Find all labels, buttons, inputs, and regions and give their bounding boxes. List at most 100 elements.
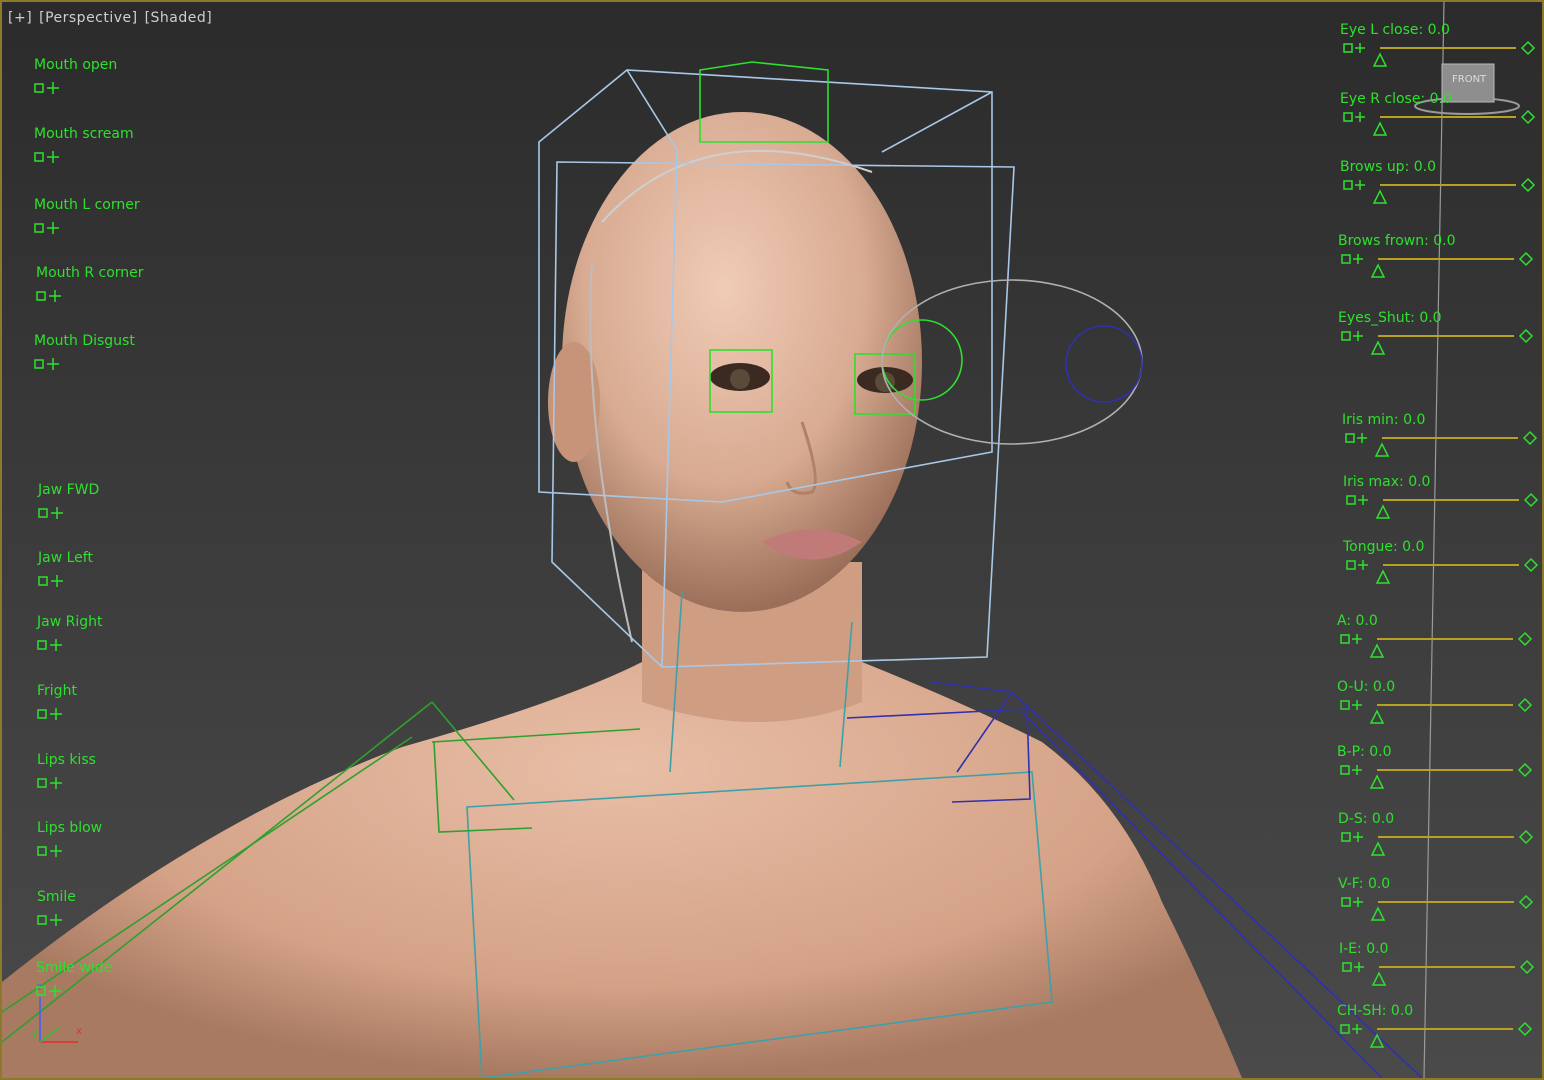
slider-track[interactable] <box>1342 428 1542 462</box>
face-control-label: Jaw Right <box>37 614 103 630</box>
control-handle-icon[interactable] <box>34 221 64 235</box>
morph-slider-7[interactable]: Tongue: 0.0 <box>1343 539 1543 589</box>
morph-slider-5[interactable]: Iris min: 0.0 <box>1342 412 1542 462</box>
viewport-shading-shaded[interactable]: [Shaded] <box>145 10 213 26</box>
morph-slider-label: V-F: 0.0 <box>1338 876 1391 892</box>
slider-end-diamond-icon <box>1520 177 1536 193</box>
slider-end-diamond-icon <box>1518 894 1534 910</box>
face-control-10[interactable]: Lips blow <box>37 820 102 858</box>
face-control-6[interactable]: Jaw Left <box>38 550 93 588</box>
morph-slider-label: Tongue: 0.0 <box>1343 539 1425 555</box>
axis-label-x: x <box>76 1026 82 1037</box>
morph-slider-label: D-S: 0.0 <box>1338 811 1395 827</box>
slider-knob <box>1369 1033 1385 1048</box>
control-handle-icon[interactable] <box>37 844 67 858</box>
slider-knob <box>1370 906 1386 921</box>
face-control-label: Mouth Disgust <box>34 333 135 349</box>
control-handle-icon[interactable] <box>34 150 64 164</box>
slider-knob <box>1372 189 1388 204</box>
face-control-12[interactable]: Smile wide <box>36 960 112 998</box>
slider-track[interactable] <box>1340 107 1540 141</box>
control-handle-icon[interactable] <box>36 984 66 998</box>
morph-slider-10[interactable]: B-P: 0.0 <box>1337 744 1537 794</box>
face-control-label: Smile <box>37 889 76 905</box>
control-handle-icon[interactable] <box>34 81 64 95</box>
slider-track[interactable] <box>1337 695 1537 729</box>
head-mesh <box>562 112 922 612</box>
scene-render <box>2 2 1445 1078</box>
control-handle-icon[interactable] <box>37 913 67 927</box>
face-control-label: Smile wide <box>36 960 113 976</box>
3d-viewport[interactable]: [+] [Perspective] [Shaded] FRONT z y x M… <box>0 0 1544 1080</box>
face-control-label: Jaw FWD <box>38 482 100 498</box>
control-handle-icon[interactable] <box>37 776 67 790</box>
slider-end-diamond-icon <box>1518 328 1534 344</box>
body-mesh <box>2 562 1242 1078</box>
slider-track[interactable] <box>1337 760 1537 794</box>
slider-end-diamond-icon <box>1517 697 1533 713</box>
slider-track[interactable] <box>1338 827 1538 861</box>
control-handle-icon[interactable] <box>36 289 66 303</box>
slider-knob <box>1369 643 1385 658</box>
morph-slider-label: O-U: 0.0 <box>1337 679 1396 695</box>
slider-knob <box>1369 774 1385 789</box>
slider-track[interactable] <box>1340 175 1540 209</box>
morph-slider-14[interactable]: CH-SH: 0.0 <box>1337 1003 1537 1053</box>
slider-track[interactable] <box>1337 629 1537 663</box>
morph-slider-0[interactable]: Eye L close: 0.0 <box>1340 22 1540 72</box>
control-handle-icon[interactable] <box>38 506 68 520</box>
morph-slider-8[interactable]: A: 0.0 <box>1337 613 1537 663</box>
face-control-7[interactable]: Jaw Right <box>37 614 102 652</box>
morph-slider-13[interactable]: I-E: 0.0 <box>1339 941 1539 991</box>
slider-track[interactable] <box>1338 326 1538 360</box>
control-handle-icon[interactable] <box>38 574 68 588</box>
face-control-9[interactable]: Lips kiss <box>37 752 96 790</box>
face-control-2[interactable]: Mouth L corner <box>34 197 140 235</box>
viewport-menu-plus[interactable]: [+] <box>8 10 32 26</box>
slider-track[interactable] <box>1343 490 1543 524</box>
control-handle-icon[interactable] <box>37 707 67 721</box>
face-control-8[interactable]: Fright <box>37 683 77 721</box>
slider-knob <box>1370 340 1386 355</box>
viewport-view-perspective[interactable]: [Perspective] <box>39 10 138 26</box>
slider-end-diamond-icon <box>1523 557 1539 573</box>
morph-slider-4[interactable]: Eyes_Shut: 0.0 <box>1338 310 1538 360</box>
axis-label-y: y <box>32 1028 38 1039</box>
slider-track[interactable] <box>1343 555 1543 589</box>
morph-slider-9[interactable]: O-U: 0.0 <box>1337 679 1537 729</box>
slider-knob <box>1371 971 1387 986</box>
slider-track[interactable] <box>1337 1019 1537 1053</box>
morph-slider-12[interactable]: V-F: 0.0 <box>1338 876 1538 926</box>
face-control-1[interactable]: Mouth scream <box>34 126 134 164</box>
face-control-label: Mouth L corner <box>34 197 140 213</box>
morph-slider-3[interactable]: Brows frown: 0.0 <box>1338 233 1538 283</box>
face-control-label: Mouth scream <box>34 126 134 142</box>
slider-end-diamond-icon <box>1520 109 1536 125</box>
morph-slider-6[interactable]: Iris max: 0.0 <box>1343 474 1543 524</box>
control-handle-icon[interactable] <box>37 638 67 652</box>
face-control-0[interactable]: Mouth open <box>34 57 117 95</box>
face-control-11[interactable]: Smile <box>37 889 76 927</box>
morph-slider-11[interactable]: D-S: 0.0 <box>1338 811 1538 861</box>
slider-track[interactable] <box>1339 957 1539 991</box>
slider-knob <box>1370 263 1386 278</box>
control-handle-icon[interactable] <box>34 357 64 371</box>
slider-end-diamond-icon <box>1517 1021 1533 1037</box>
slider-track[interactable] <box>1338 892 1538 926</box>
face-control-5[interactable]: Jaw FWD <box>38 482 99 520</box>
slider-track[interactable] <box>1340 38 1540 72</box>
morph-slider-1[interactable]: Eye R close: 0.0 <box>1340 91 1540 141</box>
morph-slider-label: B-P: 0.0 <box>1337 744 1392 760</box>
slider-end-diamond-icon <box>1520 40 1536 56</box>
slider-track[interactable] <box>1338 249 1538 283</box>
viewport-label[interactable]: [+] [Perspective] [Shaded] <box>8 10 214 26</box>
face-control-3[interactable]: Mouth R corner <box>36 265 144 303</box>
slider-end-diamond-icon <box>1517 631 1533 647</box>
morph-slider-2[interactable]: Brows up: 0.0 <box>1340 159 1540 209</box>
morph-slider-label: Brows frown: 0.0 <box>1338 233 1456 249</box>
face-control-label: Fright <box>37 683 77 699</box>
face-control-4[interactable]: Mouth Disgust <box>34 333 135 371</box>
face-control-label: Lips blow <box>37 820 103 836</box>
slider-knob <box>1369 709 1385 724</box>
face-control-label: Mouth open <box>34 57 118 73</box>
